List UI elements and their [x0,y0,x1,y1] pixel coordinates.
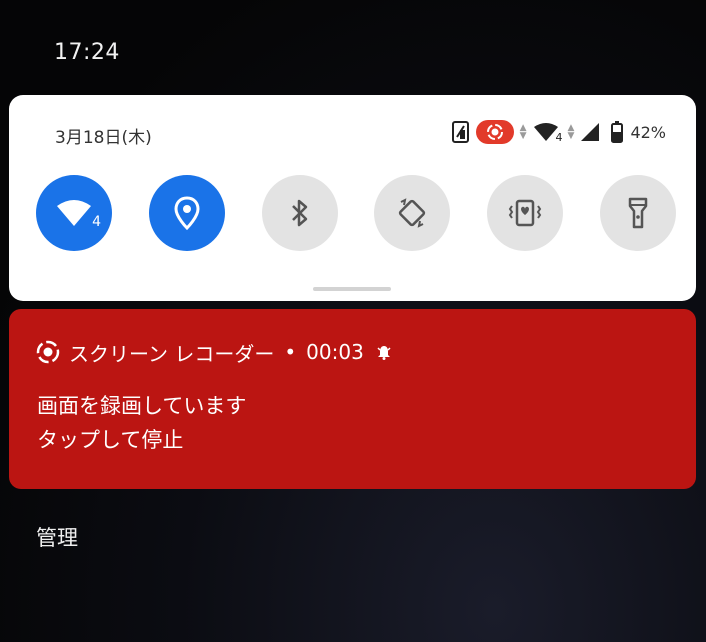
cell-signal-icon [580,122,600,142]
battery-icon [611,121,624,143]
screen-record-icon [35,339,61,365]
data-activity-icon: ▲ ▼ [519,123,527,141]
notification-shade: 17:24 3月18日(木) ▲ ▼ 4 ▲ ▼ 42% 4 スクリーン レコー… [0,0,706,642]
notification-body: 画面を録画しています タップして停止 [37,389,246,457]
vibrate-icon [507,196,543,230]
tile-location[interactable] [148,175,225,251]
tile-auto-rotate[interactable] [374,175,451,251]
notification-text: タップして停止 [37,428,184,452]
wifi-tile-badge: 4 [92,214,101,230]
wifi-badge: 4 [555,131,563,144]
notification-elapsed: 00:03 [306,340,364,364]
screen-record-icon [475,120,514,144]
notification-title: 画面を録画しています [37,394,247,418]
date-label: 3月18日(木) [55,128,152,148]
cell-activity-icon: ▲ ▼ [567,123,575,141]
alert-bell-icon [376,344,392,360]
location-pin-icon [173,196,201,230]
notification-separator: • [284,340,297,364]
notification-header: スクリーン レコーダー • 00:03 [35,339,392,366]
bluetooth-icon [288,197,312,229]
wifi-icon: 4 [55,198,101,230]
tile-vibrate[interactable] [487,175,564,251]
status-icons: ▲ ▼ 4 ▲ ▼ 42% [451,119,666,145]
tile-bluetooth[interactable] [261,175,338,251]
tile-flashlight[interactable] [599,175,676,251]
wifi-icon: 4 [533,122,563,144]
manage-notifications-button[interactable]: 管理 [36,522,78,552]
screen-recorder-notification[interactable]: スクリーン レコーダー • 00:03 画面を録画しています タップして停止 [9,309,696,489]
expand-handle[interactable] [313,287,391,291]
auto-rotate-icon [395,196,429,230]
status-bar-clock: 17:24 [54,40,120,65]
battery-percent: 42% [630,122,666,142]
notification-app-name: スクリーン レコーダー [69,341,275,366]
quick-settings-panel: 3月18日(木) ▲ ▼ 4 ▲ ▼ 42% 4 [9,95,696,301]
tile-wifi[interactable]: 4 [36,175,112,251]
quick-settings-tiles: 4 [36,175,676,251]
nfc-icon [451,120,471,144]
flashlight-icon [626,196,650,230]
